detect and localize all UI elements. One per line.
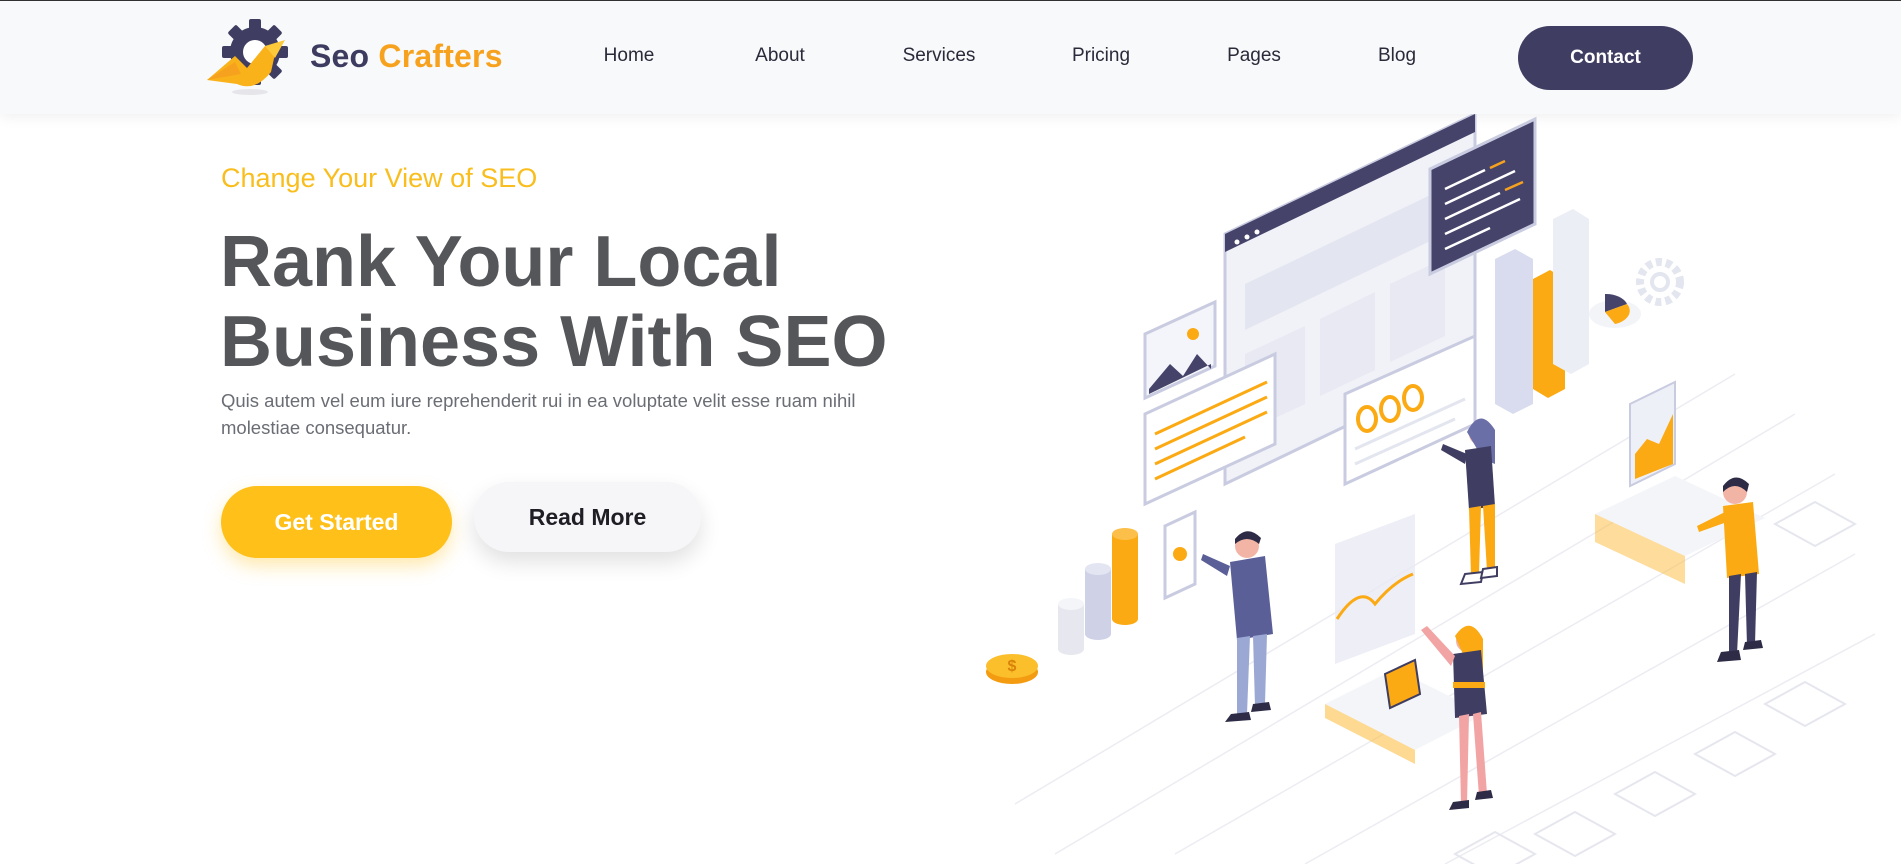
person-man-blue (1201, 531, 1273, 722)
nav-pricing[interactable]: Pricing (1072, 45, 1130, 67)
gear-icon (1636, 258, 1684, 306)
brand-name: Seo Crafters (310, 38, 503, 75)
bar-chart-3d (1495, 209, 1589, 414)
person-woman-orange (1441, 418, 1498, 586)
seo-isometric-illustration: $ (986, 114, 1875, 864)
svg-text:$: $ (1008, 658, 1017, 675)
nav-pages[interactable]: Pages (1227, 45, 1281, 67)
logo[interactable]: Seo Crafters (205, 18, 515, 98)
hero-headline-line1: Rank Your Local (220, 222, 782, 302)
nav-about[interactable]: About (755, 45, 805, 67)
read-more-button[interactable]: Read More (474, 482, 701, 552)
hero-eyebrow: Change Your View of SEO (221, 163, 538, 193)
phone-device (1163, 509, 1197, 601)
cylinder-chart (1058, 528, 1138, 655)
contact-button[interactable]: Contact (1518, 26, 1693, 90)
nav-services[interactable]: Services (903, 45, 976, 67)
image-card (1143, 299, 1217, 401)
brand-name-seo: Seo (310, 38, 370, 74)
pie-chart-icon (1589, 293, 1641, 328)
get-started-button[interactable]: Get Started (221, 486, 452, 558)
nav-home[interactable]: Home (604, 45, 655, 67)
nav-blog[interactable]: Blog (1378, 45, 1416, 67)
dollar-coin-icon: $ (986, 654, 1038, 684)
gear-rocket-logo-icon (207, 19, 288, 95)
brand-name-crafters: Crafters (378, 38, 503, 74)
site-header: Seo Crafters Home About Services Pricing… (0, 1, 1901, 114)
hero-headline-line2: Business With SEO (220, 302, 888, 382)
hero-description: Quis autem vel eum iure reprehenderit ru… (221, 390, 856, 438)
hero-headline: Rank Your Local Business With SEO (220, 222, 980, 382)
